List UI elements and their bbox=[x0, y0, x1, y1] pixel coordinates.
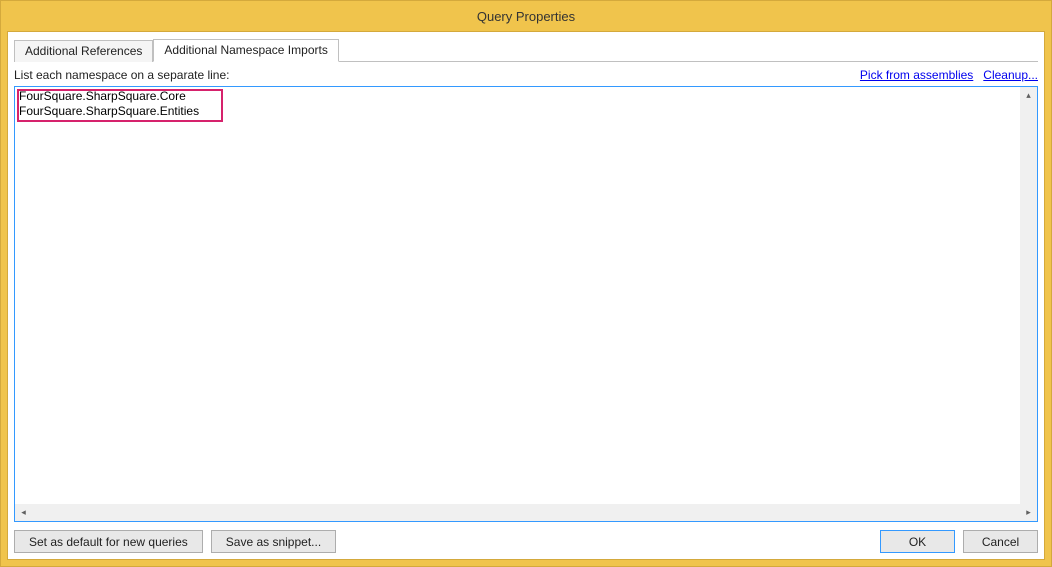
window-title: Query Properties bbox=[477, 9, 575, 24]
set-default-button[interactable]: Set as default for new queries bbox=[14, 530, 203, 553]
tab-additional-namespace-imports[interactable]: Additional Namespace Imports bbox=[153, 39, 338, 62]
tab-additional-references[interactable]: Additional References bbox=[14, 40, 153, 62]
button-group-left: Set as default for new queries Save as s… bbox=[14, 530, 336, 553]
namespace-text-content: FourSquare.SharpSquare.Core FourSquare.S… bbox=[19, 89, 199, 119]
content-area: Additional References Additional Namespa… bbox=[7, 31, 1045, 560]
ok-button[interactable]: OK bbox=[880, 530, 955, 553]
horizontal-scrollbar[interactable]: ◂ ▸ bbox=[15, 504, 1037, 521]
cleanup-link[interactable]: Cleanup... bbox=[983, 68, 1038, 82]
scroll-left-icon[interactable]: ◂ bbox=[15, 504, 32, 521]
query-properties-window: Query Properties Additional References A… bbox=[0, 0, 1052, 567]
save-snippet-button[interactable]: Save as snippet... bbox=[211, 530, 336, 553]
vertical-scrollbar[interactable]: ▴ bbox=[1020, 87, 1037, 504]
scroll-up-icon[interactable]: ▴ bbox=[1020, 87, 1037, 104]
titlebar: Query Properties bbox=[1, 1, 1051, 31]
namespace-instruction-label: List each namespace on a separate line: bbox=[14, 68, 229, 82]
scroll-right-icon[interactable]: ▸ bbox=[1020, 504, 1037, 521]
tabs-row: Additional References Additional Namespa… bbox=[14, 38, 1038, 62]
cancel-button[interactable]: Cancel bbox=[963, 530, 1038, 553]
link-group: Pick from assemblies Cleanup... bbox=[860, 68, 1038, 82]
pick-from-assemblies-link[interactable]: Pick from assemblies bbox=[860, 68, 973, 82]
button-group-right: OK Cancel bbox=[880, 530, 1038, 553]
label-row: List each namespace on a separate line: … bbox=[14, 68, 1038, 82]
namespace-textarea[interactable]: FourSquare.SharpSquare.Core FourSquare.S… bbox=[15, 87, 1037, 521]
namespace-textarea-container: FourSquare.SharpSquare.Core FourSquare.S… bbox=[14, 86, 1038, 522]
button-row: Set as default for new queries Save as s… bbox=[14, 530, 1038, 553]
